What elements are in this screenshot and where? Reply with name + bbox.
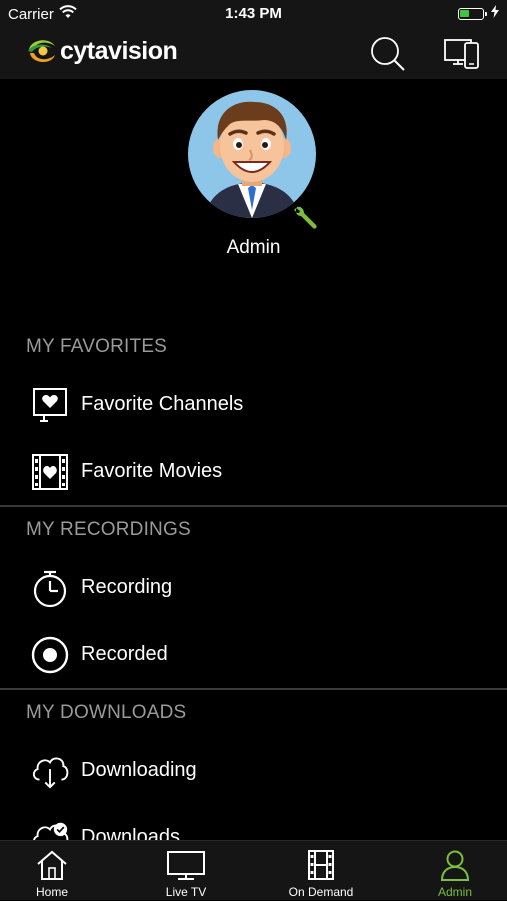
app-header: cytavision [0, 28, 507, 79]
section-header-recordings: MY RECORDINGS [26, 519, 191, 540]
user-icon [395, 849, 507, 881]
cloud-download-icon [30, 751, 70, 791]
tab-label: On Demand [288, 885, 354, 899]
timer-icon [30, 568, 70, 608]
section-header-favorites: MY FAVORITES [26, 336, 168, 357]
tab-admin[interactable]: Admin [395, 841, 507, 901]
menu-item-label: Favorite Movies [81, 460, 223, 482]
profile-username: Admin [226, 237, 281, 258]
menu-item-label: Recording [81, 576, 173, 598]
logo-swirl-icon [28, 40, 55, 62]
menu-item-downloading[interactable]: Downloading [0, 741, 507, 801]
tab-label: Home [35, 885, 68, 899]
menu-item-label: Downloads [81, 826, 180, 840]
menu-item-label: Recorded [81, 643, 168, 665]
search-icon [371, 37, 405, 71]
menu-item-favorite-movies[interactable]: Favorite Movies [0, 442, 507, 502]
menu-item-recorded[interactable]: Recorded [0, 625, 507, 685]
wrench-icon [292, 202, 322, 237]
devices-icon [444, 39, 479, 69]
avatar [188, 90, 316, 218]
section-divider [0, 505, 507, 507]
record-icon [30, 635, 70, 675]
film-icon [261, 849, 381, 881]
battery-icon [458, 7, 487, 20]
app-logo[interactable]: cytavision [26, 36, 178, 66]
tab-on-demand[interactable]: On Demand [261, 841, 381, 901]
profile-avatar[interactable] [188, 90, 322, 229]
home-icon [0, 849, 112, 881]
film-heart-icon [30, 452, 70, 492]
admin-content: Admin MY FAVORITES Favorite Channels Fav… [0, 79, 507, 840]
tv-icon [126, 849, 246, 881]
section-header-downloads: MY DOWNLOADS [26, 702, 187, 723]
menu-item-label: Favorite Channels [81, 393, 244, 415]
logo-text: cytavision [60, 36, 178, 65]
tab-label: Admin [437, 885, 472, 899]
charging-bolt-icon [491, 5, 499, 22]
tab-label: Live TV [165, 885, 207, 899]
section-divider [0, 688, 507, 690]
tab-bar: Home Live TV On Demand Admin [0, 840, 507, 900]
search-button[interactable] [366, 32, 410, 76]
menu-item-label: Downloading [81, 759, 197, 781]
status-time: 1:43 PM [225, 5, 282, 22]
tab-live-tv[interactable]: Live TV [126, 841, 246, 901]
cloud-check-icon [30, 818, 70, 840]
status-bar: Carrier 1:43 PM [0, 0, 507, 28]
tv-heart-icon [30, 385, 70, 425]
menu-item-recording[interactable]: Recording [0, 558, 507, 618]
devices-button[interactable] [440, 32, 484, 76]
menu-item-favorite-channels[interactable]: Favorite Channels [0, 375, 507, 435]
tab-home[interactable]: Home [0, 841, 112, 901]
menu-item-downloads[interactable]: Downloads [0, 808, 507, 840]
status-right [458, 5, 499, 22]
avatar-illustration-icon [204, 101, 300, 218]
